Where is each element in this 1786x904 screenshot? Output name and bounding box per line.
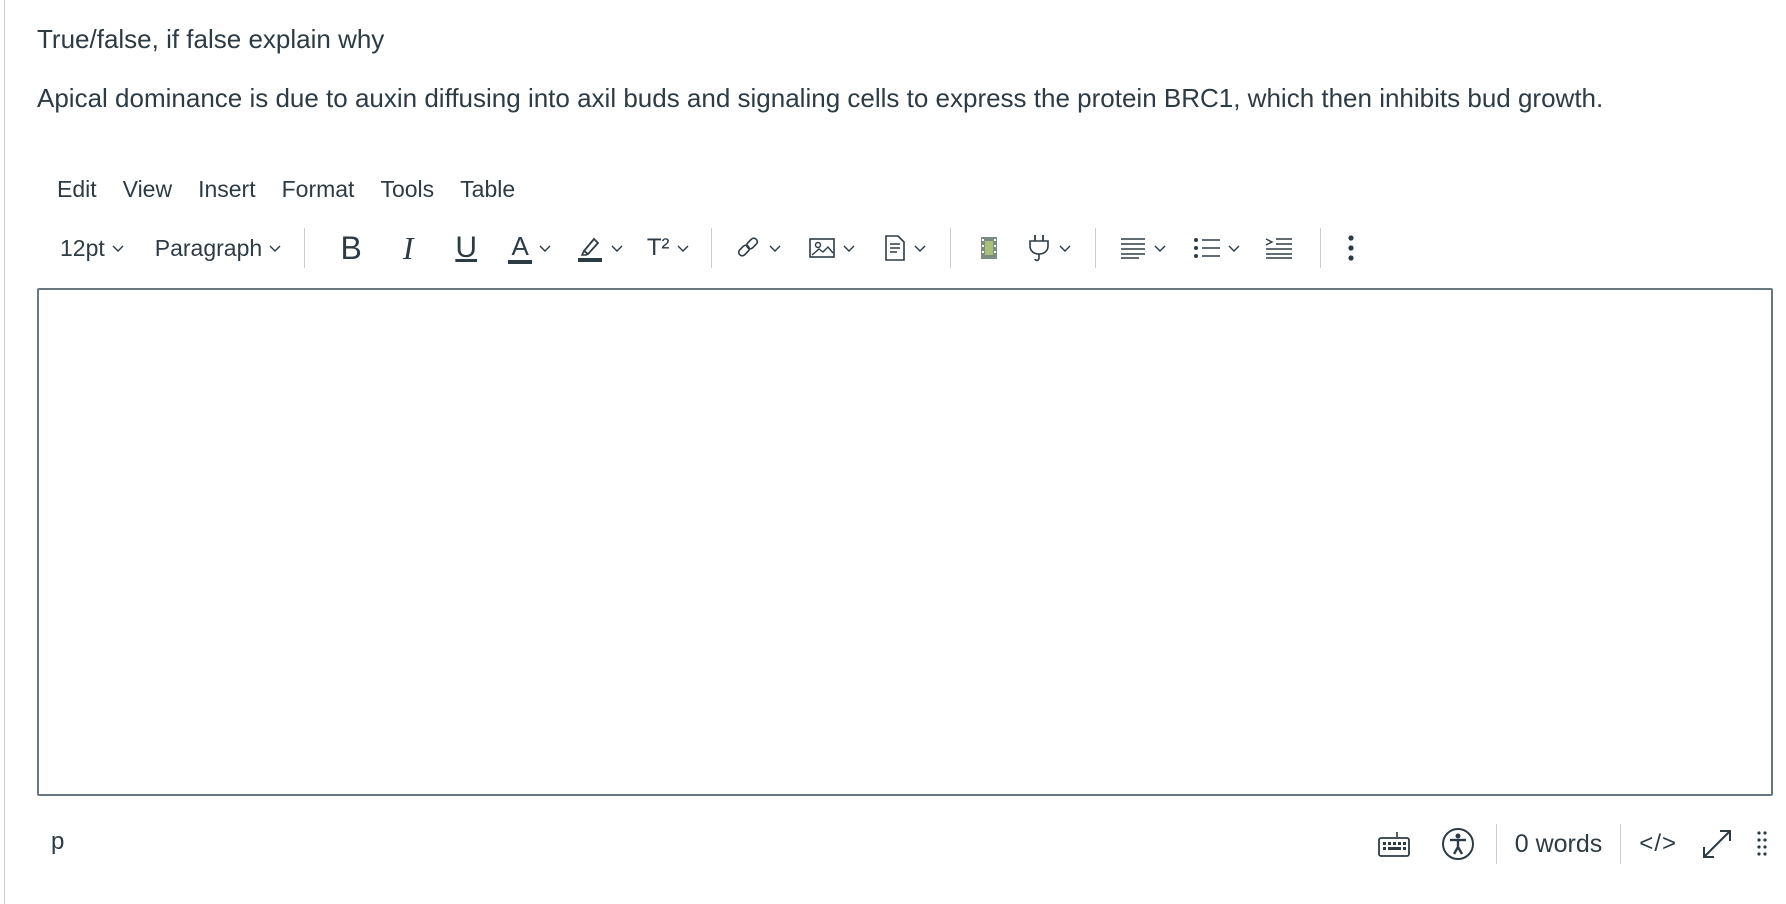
accessibility-icon — [1441, 828, 1474, 860]
font-size-value: 12pt — [60, 234, 105, 261]
keyboard-icon — [1377, 832, 1410, 857]
question-title: True/false, if false explain why — [37, 24, 385, 54]
statusbar-separator — [1495, 824, 1497, 864]
document-button[interactable] — [870, 226, 940, 270]
toolbar-separator — [711, 228, 713, 268]
chevron-down-icon — [1228, 245, 1240, 252]
menu-tools[interactable]: Tools — [367, 172, 447, 206]
align-icon — [1121, 238, 1146, 259]
font-size-select[interactable]: 12pt — [48, 226, 125, 270]
superscript-icon: T² — [646, 234, 670, 261]
chevron-down-icon — [539, 245, 551, 252]
chevron-down-icon — [1154, 245, 1166, 252]
quiz-question-page: True/false, if false explain why Apical … — [0, 0, 1786, 904]
list-button[interactable] — [1180, 226, 1254, 270]
drag-handle-icon — [1757, 831, 1767, 856]
menu-format[interactable]: Format — [269, 172, 368, 206]
chevron-down-icon — [112, 245, 124, 252]
word-count[interactable]: 0 words — [1515, 830, 1603, 859]
indent-button[interactable] — [1254, 226, 1304, 270]
chevron-down-icon — [769, 245, 781, 252]
html-editor-toggle[interactable]: </> — [1639, 830, 1677, 858]
underline-icon: U — [455, 231, 478, 264]
menu-insert[interactable]: Insert — [185, 172, 269, 206]
question-text: Apical dominance is due to auxin diffusi… — [37, 83, 1604, 113]
chevron-down-icon — [269, 245, 281, 252]
plug-icon — [1029, 235, 1049, 262]
block-format-select[interactable]: Paragraph — [155, 226, 282, 270]
chevron-down-icon — [677, 245, 689, 252]
highlight-color-button[interactable] — [565, 226, 635, 270]
toolbar-separator — [950, 228, 952, 268]
editor-menubar: Edit View Insert Format Tools Table — [44, 172, 528, 206]
bold-icon: B — [340, 229, 362, 266]
text-color-swatch — [508, 259, 533, 264]
toolbar-separator — [1095, 228, 1097, 268]
statusbar-separator — [1620, 824, 1622, 864]
underline-button[interactable]: U — [437, 226, 495, 270]
menu-table[interactable]: Table — [447, 172, 528, 206]
text-color-icon: A — [508, 230, 533, 264]
menu-view[interactable]: View — [110, 172, 185, 206]
toolbar-separator — [1320, 228, 1322, 268]
indent-icon — [1265, 238, 1293, 259]
highlighter-icon — [578, 237, 603, 262]
image-icon — [809, 238, 835, 258]
superscript-button[interactable]: T² — [635, 226, 701, 270]
italic-button[interactable]: I — [379, 226, 437, 270]
film-icon — [981, 237, 998, 259]
chevron-down-icon — [914, 245, 926, 252]
statusbar-right: 0 words </> — [1374, 820, 1777, 868]
image-button[interactable] — [794, 226, 870, 270]
accessibility-checker-button[interactable] — [1438, 827, 1478, 861]
chevron-down-icon — [843, 245, 855, 252]
more-options-button[interactable] — [1331, 226, 1371, 270]
rich-text-editor[interactable] — [37, 288, 1773, 796]
vertical-ellipsis-icon — [1348, 235, 1354, 261]
menu-edit[interactable]: Edit — [44, 172, 110, 206]
bold-button[interactable]: B — [323, 226, 379, 270]
element-path[interactable]: p — [51, 828, 64, 856]
block-format-value: Paragraph — [154, 234, 263, 261]
expand-icon — [1703, 830, 1731, 858]
italic-icon: I — [402, 229, 414, 266]
chevron-down-icon — [1059, 245, 1071, 252]
resize-handle[interactable] — [1747, 829, 1777, 859]
align-button[interactable] — [1106, 226, 1180, 270]
media-button[interactable] — [961, 226, 1017, 270]
fullscreen-button[interactable] — [1697, 827, 1737, 861]
bullet-list-icon — [1194, 238, 1221, 258]
editor-statusbar: p 0 words </> — [37, 820, 1777, 868]
chevron-down-icon — [611, 245, 623, 252]
keyboard-shortcuts-button[interactable] — [1374, 830, 1414, 858]
text-color-letter: A — [511, 230, 529, 261]
apps-plugin-button[interactable] — [1017, 226, 1081, 270]
left-border — [4, 0, 5, 904]
editor-toolbar: 12pt Paragraph B I U A T² — [48, 226, 1371, 270]
link-button[interactable] — [722, 226, 794, 270]
toolbar-separator — [304, 228, 306, 268]
link-icon — [738, 237, 759, 257]
document-icon — [885, 235, 905, 261]
text-color-button[interactable]: A — [495, 226, 565, 270]
